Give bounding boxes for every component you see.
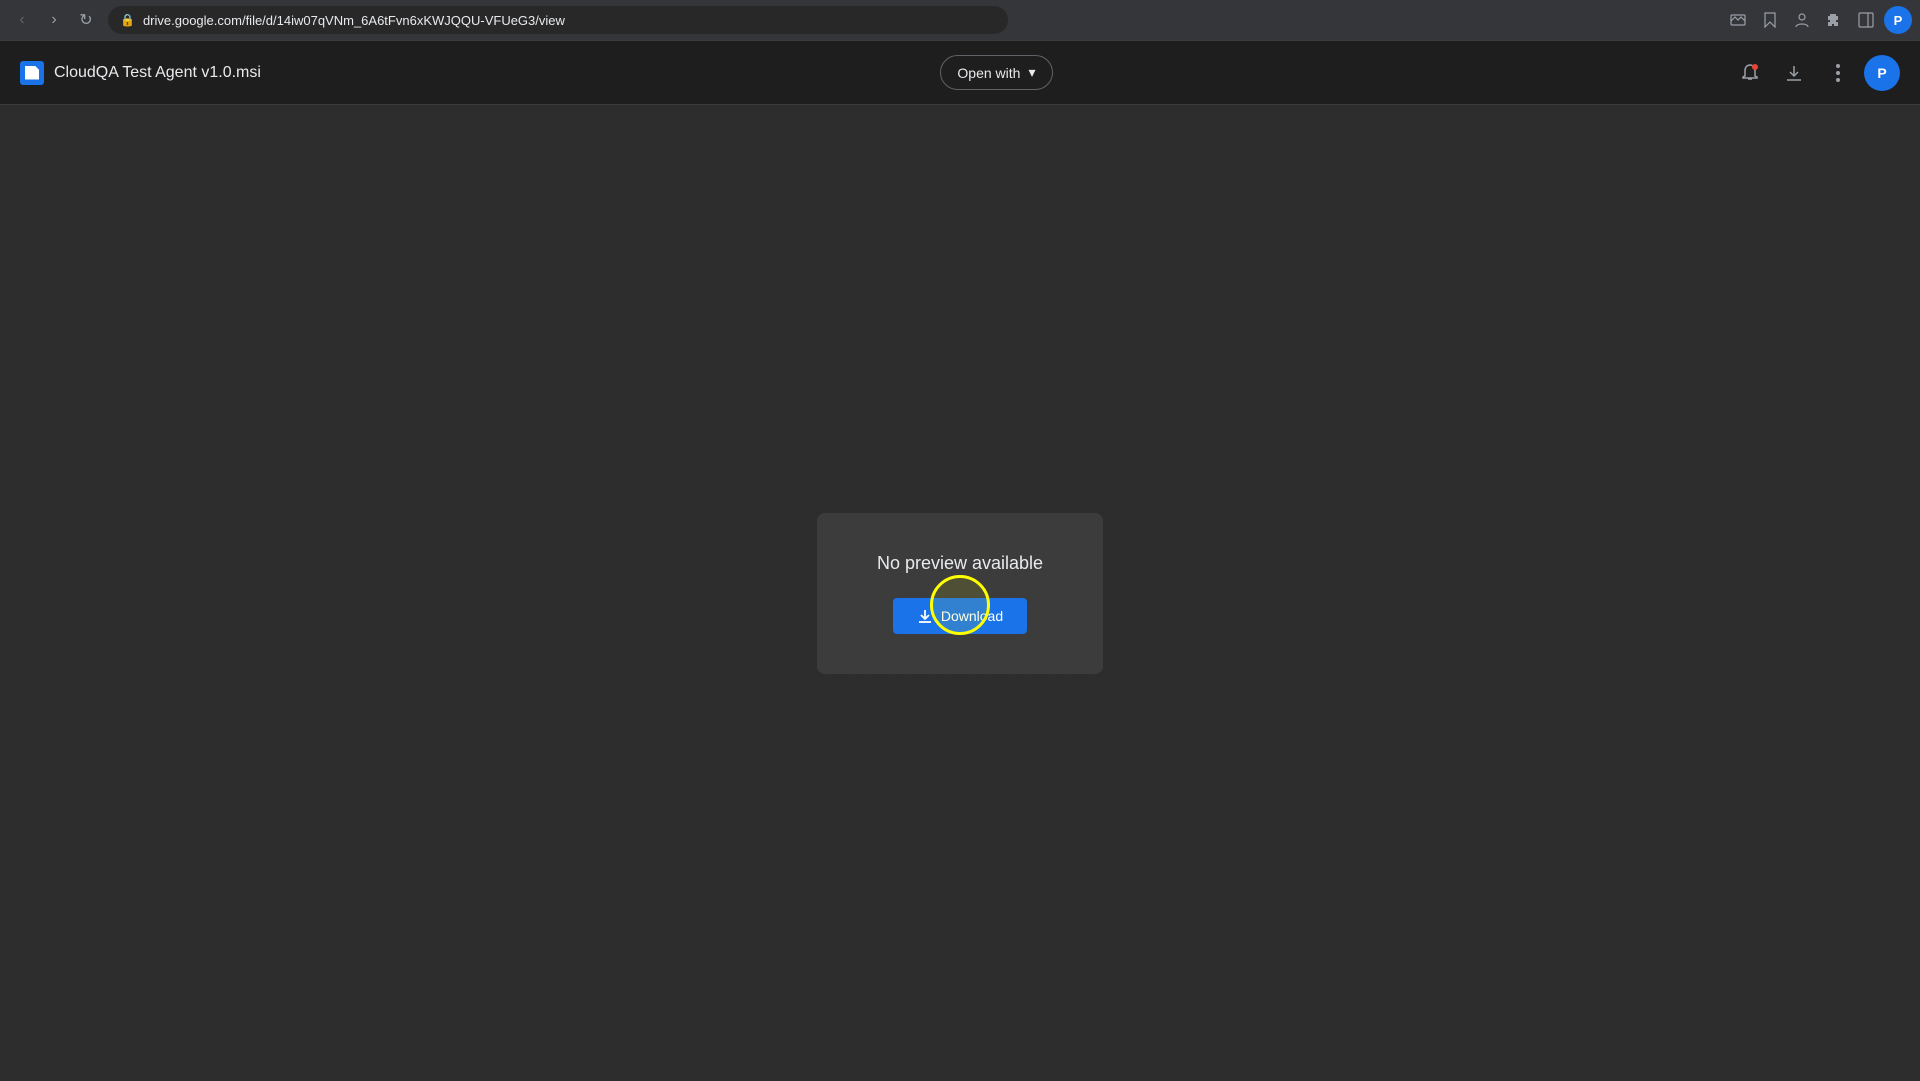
address-bar[interactable]: 🔒 — [108, 6, 1008, 34]
download-header-button[interactable] — [1776, 55, 1812, 91]
app-profile-button[interactable]: P — [1864, 55, 1900, 91]
download-label: Download — [941, 608, 1003, 624]
dropdown-arrow-icon: ▾ — [1028, 64, 1035, 81]
file-type-icon — [20, 61, 44, 85]
notifications-button[interactable] — [1732, 55, 1768, 91]
open-with-label: Open with — [957, 65, 1020, 81]
preview-card: No preview available Download — [817, 513, 1103, 674]
lock-icon: 🔒 — [120, 13, 135, 27]
more-options-button[interactable] — [1820, 55, 1856, 91]
no-preview-text: No preview available — [877, 553, 1043, 574]
main-content: No preview available Download — [0, 105, 1920, 1081]
refresh-button[interactable]: ↻ — [72, 6, 100, 34]
header-center: Open with ▾ — [261, 55, 1732, 90]
profile-sync-button[interactable] — [1788, 6, 1816, 34]
chrome-profile-button[interactable]: P — [1884, 6, 1912, 34]
bookmark-button[interactable] — [1756, 6, 1784, 34]
file-title-area: CloudQA Test Agent v1.0.msi — [20, 61, 261, 85]
screenshot-button[interactable] — [1724, 6, 1752, 34]
browser-action-buttons: P — [1724, 6, 1912, 34]
extensions-button[interactable] — [1820, 6, 1848, 34]
header-actions: P — [1732, 55, 1900, 91]
download-button[interactable]: Download — [893, 598, 1027, 634]
file-name: CloudQA Test Agent v1.0.msi — [54, 64, 261, 82]
forward-button[interactable]: › — [40, 6, 68, 34]
open-with-button[interactable]: Open with ▾ — [940, 55, 1052, 90]
back-button[interactable]: ‹ — [8, 6, 36, 34]
browser-nav-controls: ‹ › ↻ — [8, 6, 100, 34]
url-input[interactable] — [143, 13, 996, 28]
app-header: CloudQA Test Agent v1.0.msi Open with ▾ — [0, 41, 1920, 105]
sidebar-toggle-button[interactable] — [1852, 6, 1880, 34]
